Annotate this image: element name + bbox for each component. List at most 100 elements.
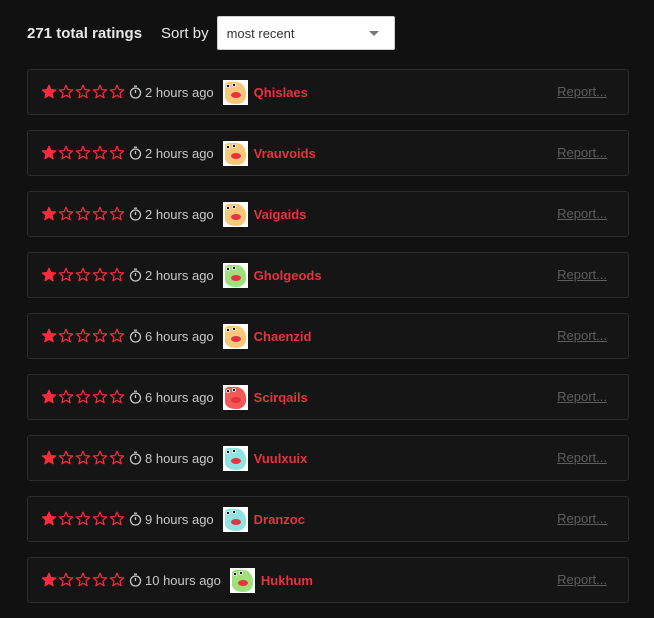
username-link[interactable]: Vaigaids: [254, 207, 307, 222]
username-link[interactable]: Dranzoc: [254, 512, 305, 527]
report-link[interactable]: Report...: [557, 572, 607, 587]
review-time-text: 8 hours ago: [145, 450, 214, 466]
star-outline-icon: [75, 267, 91, 283]
user-avatar[interactable]: [222, 506, 248, 532]
report-link[interactable]: Report...: [557, 206, 607, 221]
username-link[interactable]: Qhislaes: [254, 85, 308, 100]
username-link[interactable]: Vrauvoids: [254, 146, 316, 161]
ratings-header: 271 total ratings Sort by most recent: [27, 15, 395, 51]
star-outline-icon: [92, 206, 108, 222]
review-time: 6 hours ago: [129, 390, 214, 405]
report-link[interactable]: Report...: [557, 145, 607, 160]
review-time: 2 hours ago: [129, 207, 214, 222]
star-outline-icon: [109, 206, 125, 222]
star-filled-icon: [41, 572, 57, 588]
stopwatch-icon: [129, 268, 145, 282]
star-filled-icon: [41, 328, 57, 344]
report-link[interactable]: Report...: [557, 328, 607, 343]
review-time-text: 2 hours ago: [145, 145, 214, 161]
user-avatar[interactable]: [222, 262, 248, 288]
review-time: 2 hours ago: [129, 268, 214, 283]
username-link[interactable]: Gholgeods: [254, 268, 322, 283]
star-outline-icon: [75, 328, 91, 344]
review-list: 2 hours ago Qhislaes Report... 2 hours ago V…: [27, 69, 629, 618]
star-outline-icon: [58, 511, 74, 527]
review-time-text: 2 hours ago: [145, 206, 214, 222]
report-link[interactable]: Report...: [557, 267, 607, 282]
review-time-text: 9 hours ago: [145, 511, 214, 527]
user-avatar[interactable]: [222, 384, 248, 410]
star-outline-icon: [109, 328, 125, 344]
username-link[interactable]: Hukhum: [261, 573, 313, 588]
star-rating: [41, 389, 125, 405]
review-time: 10 hours ago: [129, 573, 221, 588]
star-outline-icon: [92, 84, 108, 100]
star-outline-icon: [109, 450, 125, 466]
review-time: 6 hours ago: [129, 329, 214, 344]
sort-select[interactable]: most recent: [216, 16, 395, 50]
review-row: 8 hours ago Vuulxuix Report...: [27, 435, 629, 481]
review-time: 2 hours ago: [129, 146, 214, 161]
stopwatch-icon: [129, 85, 145, 99]
star-outline-icon: [109, 267, 125, 283]
report-link[interactable]: Report...: [557, 84, 607, 99]
star-rating: [41, 328, 125, 344]
username-link[interactable]: Scirqails: [254, 390, 308, 405]
report-link[interactable]: Report...: [557, 389, 607, 404]
star-filled-icon: [41, 511, 57, 527]
user-avatar[interactable]: [222, 201, 248, 227]
report-link[interactable]: Report...: [557, 450, 607, 465]
username-link[interactable]: Vuulxuix: [254, 451, 308, 466]
star-outline-icon: [109, 572, 125, 588]
review-time-text: 6 hours ago: [145, 328, 214, 344]
user-avatar[interactable]: [222, 140, 248, 166]
review-row: 9 hours ago Dranzoc Report...: [27, 496, 629, 542]
star-outline-icon: [92, 389, 108, 405]
user-avatar[interactable]: [222, 445, 248, 471]
stopwatch-icon: [129, 390, 145, 404]
sort-by-label: Sort by: [161, 24, 209, 42]
stopwatch-icon: [129, 207, 145, 221]
star-outline-icon: [58, 84, 74, 100]
star-outline-icon: [109, 511, 125, 527]
star-outline-icon: [75, 145, 91, 161]
star-filled-icon: [41, 389, 57, 405]
star-outline-icon: [58, 572, 74, 588]
star-outline-icon: [58, 389, 74, 405]
review-time-text: 2 hours ago: [145, 267, 214, 283]
star-rating: [41, 145, 125, 161]
star-filled-icon: [41, 145, 57, 161]
review-time: 8 hours ago: [129, 451, 214, 466]
stopwatch-icon: [129, 573, 145, 587]
review-time: 2 hours ago: [129, 85, 214, 100]
star-rating: [41, 572, 125, 588]
stopwatch-icon: [129, 329, 145, 343]
star-outline-icon: [75, 572, 91, 588]
star-filled-icon: [41, 450, 57, 466]
star-filled-icon: [41, 206, 57, 222]
star-outline-icon: [109, 389, 125, 405]
review-row: 6 hours ago Scirqails Report...: [27, 374, 629, 420]
review-time-text: 6 hours ago: [145, 389, 214, 405]
star-outline-icon: [58, 267, 74, 283]
report-link[interactable]: Report...: [557, 511, 607, 526]
star-rating: [41, 84, 125, 100]
stopwatch-icon: [129, 451, 145, 465]
review-row: 2 hours ago Vrauvoids Report...: [27, 130, 629, 176]
star-filled-icon: [41, 84, 57, 100]
review-row: 10 hours ago Hukhum Report...: [27, 557, 629, 603]
user-avatar[interactable]: [229, 567, 255, 593]
chevron-down-icon: [368, 31, 379, 36]
review-row: 2 hours ago Qhislaes Report...: [27, 69, 629, 115]
review-time-text: 10 hours ago: [145, 572, 221, 588]
review-time-text: 2 hours ago: [145, 84, 214, 100]
star-rating: [41, 267, 125, 283]
stopwatch-icon: [129, 512, 145, 526]
user-avatar[interactable]: [222, 323, 248, 349]
user-avatar[interactable]: [222, 79, 248, 105]
star-outline-icon: [75, 389, 91, 405]
username-link[interactable]: Chaenzid: [254, 329, 312, 344]
review-row: 6 hours ago Chaenzid Report...: [27, 313, 629, 359]
star-rating: [41, 511, 125, 527]
star-outline-icon: [92, 267, 108, 283]
